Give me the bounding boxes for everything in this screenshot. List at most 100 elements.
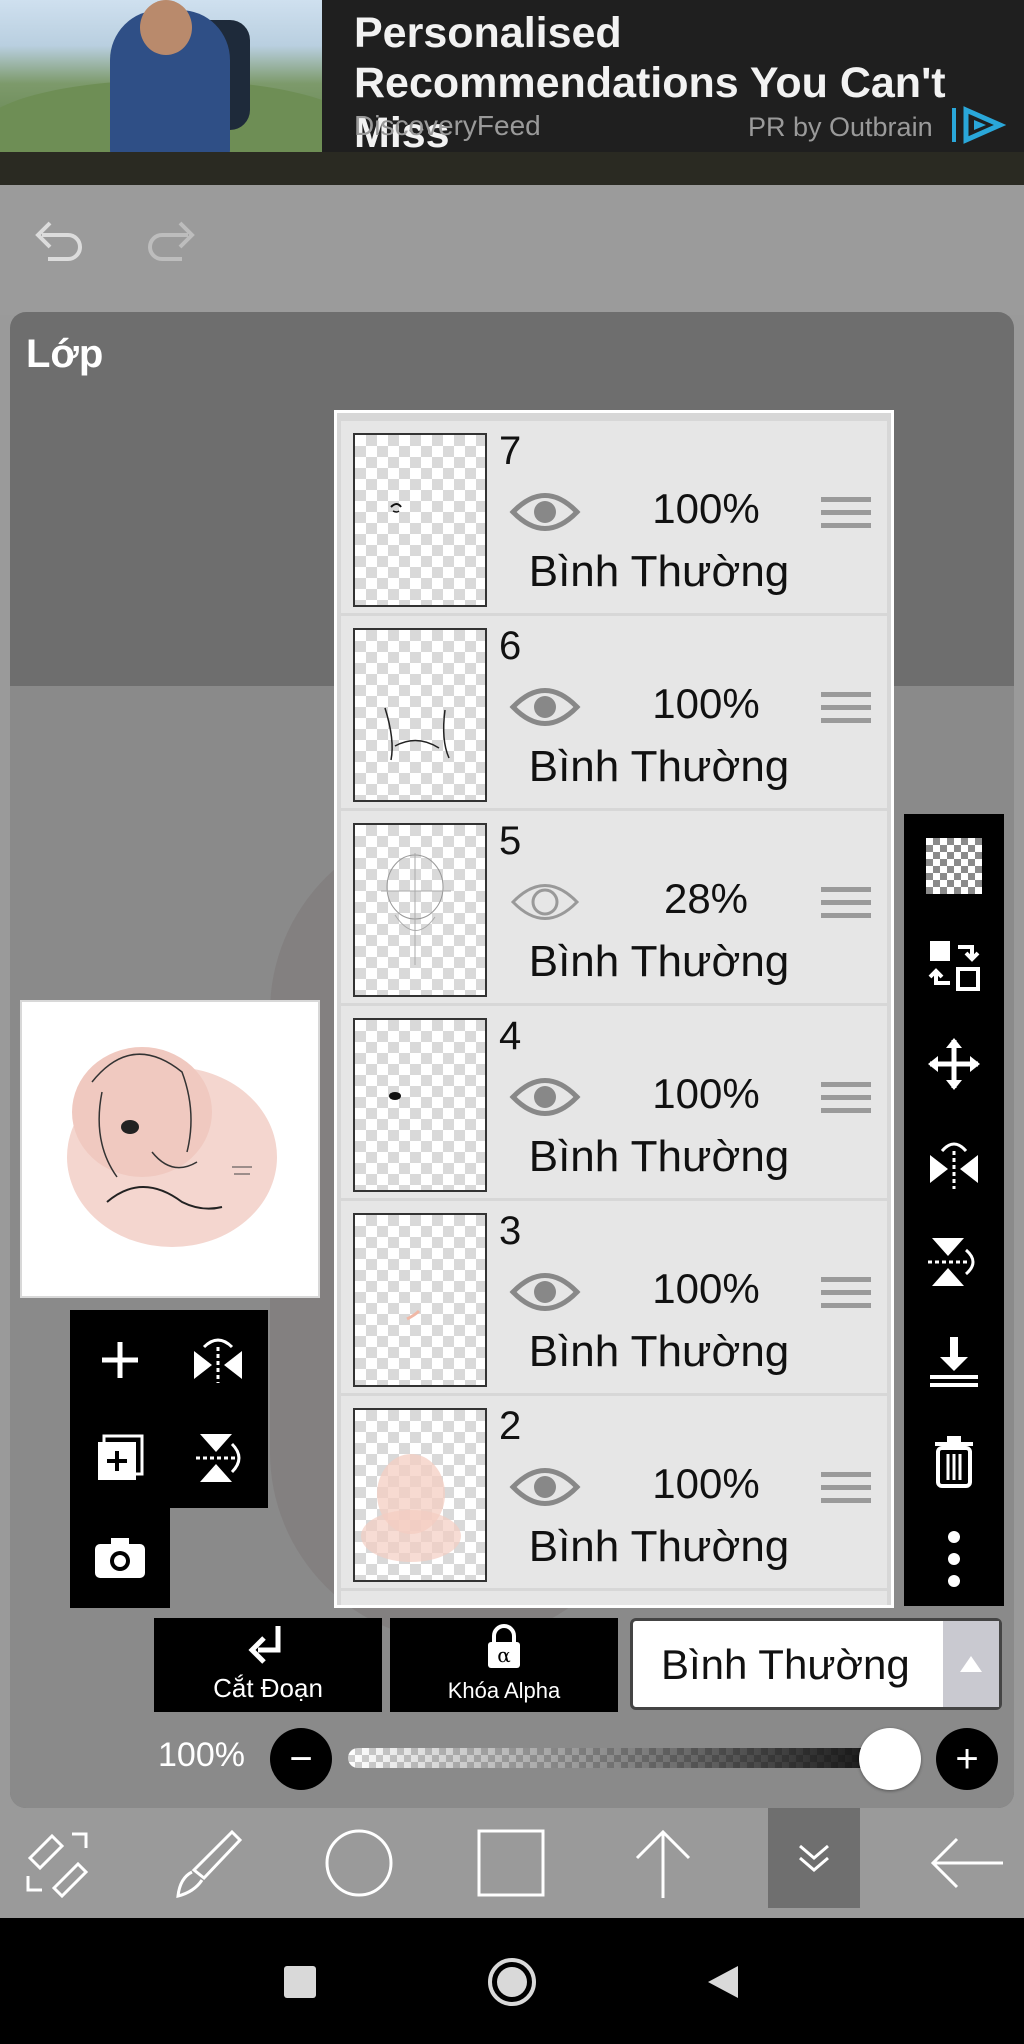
- chevron-up-icon[interactable]: [943, 1621, 999, 1707]
- layer-thumbnail[interactable]: [353, 1018, 487, 1192]
- alpha-lock-label: Khóa Alpha: [447, 1678, 561, 1703]
- outbrain-logo-icon[interactable]: [950, 104, 1006, 146]
- collapse-panel-button[interactable]: [768, 1808, 860, 1908]
- flip-horizontal-icon: [930, 1142, 978, 1189]
- arrow-up-icon: [635, 1829, 691, 1898]
- flip-horizontal-button[interactable]: [168, 1310, 268, 1410]
- flip-layer-horizontal-button[interactable]: [904, 1113, 1004, 1212]
- move-icon: [928, 1037, 980, 1090]
- eye-icon[interactable]: [509, 1072, 581, 1122]
- arrow-left-icon: [930, 1837, 1003, 1889]
- camera-button[interactable]: [70, 1508, 170, 1608]
- layer-row[interactable]: 6 100% Bình Thường: [341, 616, 887, 808]
- layer-row-partial[interactable]: [341, 1591, 887, 1605]
- ad-banner[interactable]: Personalised Recommendations You Can't M…: [0, 0, 1024, 157]
- layer-swap-button[interactable]: [904, 915, 1004, 1014]
- back-button[interactable]: [922, 1818, 1012, 1908]
- move-button[interactable]: [904, 1014, 1004, 1113]
- lock-icon: α: [488, 1624, 520, 1668]
- opacity-value: 100%: [158, 1736, 245, 1774]
- layer-blend-mode: Bình Thường: [528, 1522, 790, 1571]
- recent-apps-button[interactable]: [268, 1950, 332, 2014]
- layer-number: 6: [499, 624, 522, 668]
- merge-down-button[interactable]: [904, 1311, 1004, 1410]
- clipping-label: Cắt Đoạn: [213, 1673, 323, 1703]
- layer-number: 2: [499, 1404, 522, 1448]
- transparency-button[interactable]: [904, 816, 1004, 915]
- camera-icon: [95, 1538, 145, 1578]
- panel-title: Lớp: [26, 332, 104, 376]
- layer-number: 5: [499, 819, 522, 863]
- duplicate-layer-button[interactable]: [70, 1408, 170, 1508]
- move-up-button[interactable]: [618, 1818, 708, 1908]
- alpha-lock-button[interactable]: α Khóa Alpha: [390, 1618, 618, 1712]
- layer-opacity: 28%: [663, 875, 749, 922]
- layer-opacity: 100%: [652, 680, 760, 727]
- layer-thumbnail[interactable]: [353, 1213, 487, 1387]
- eye-icon[interactable]: [509, 1462, 581, 1512]
- layer-thumbnail[interactable]: [353, 823, 487, 997]
- drag-handle-icon[interactable]: [821, 1277, 871, 1317]
- drag-handle-icon[interactable]: [821, 692, 871, 732]
- square-nav-icon: [284, 1966, 316, 1998]
- opacity-slider-track[interactable]: [348, 1748, 900, 1768]
- layer-row[interactable]: 2 100% Bình Thường: [341, 1396, 887, 1588]
- layer-blend-mode: Bình Thường: [528, 1132, 790, 1181]
- chevron-double-down-icon: [799, 1844, 829, 1872]
- flip-vertical-button[interactable]: [168, 1408, 268, 1508]
- preview-illustration: [67, 1047, 277, 1247]
- brush-tool-button[interactable]: [164, 1818, 254, 1908]
- layer-row[interactable]: 7 100% Bình Thường: [341, 421, 887, 613]
- eye-icon[interactable]: [509, 682, 581, 732]
- undo-icon[interactable]: [28, 215, 88, 265]
- transform-tool-button[interactable]: [12, 1818, 102, 1908]
- more-options-button[interactable]: [904, 1509, 1004, 1608]
- drag-handle-icon[interactable]: [821, 1472, 871, 1512]
- layer-thumbnail[interactable]: [353, 628, 487, 802]
- clip-arrow-icon: [248, 1626, 281, 1664]
- eye-icon[interactable]: [509, 487, 581, 537]
- add-layer-button[interactable]: [70, 1310, 170, 1410]
- drag-handle-icon[interactable]: [821, 887, 871, 927]
- flip-horizontal-icon: [194, 1338, 242, 1383]
- home-button[interactable]: [480, 1950, 544, 2014]
- layer-opacity: 100%: [652, 485, 760, 532]
- blend-mode-value: Bình Thường: [661, 1641, 910, 1688]
- clipping-button[interactable]: Cắt Đoạn: [154, 1618, 382, 1712]
- layer-blend-mode: Bình Thường: [528, 1327, 790, 1376]
- canvas-preview[interactable]: [20, 1000, 320, 1298]
- flip-vertical-icon: [196, 1434, 241, 1482]
- drag-handle-icon[interactable]: [821, 497, 871, 537]
- eye-icon[interactable]: [509, 1267, 581, 1317]
- brush-icon: [176, 1829, 243, 1898]
- layer-row[interactable]: 3 100% Bình Thường: [341, 1201, 887, 1393]
- layer-thumbnail[interactable]: [353, 1408, 487, 1582]
- more-vertical-icon: [948, 1530, 960, 1587]
- swap-icon: [928, 940, 980, 991]
- blend-mode-select[interactable]: Bình Thường: [630, 1618, 1002, 1710]
- delete-layer-button[interactable]: [904, 1410, 1004, 1509]
- back-nav-button[interactable]: [690, 1950, 754, 2014]
- ad-sponsor-label: PR by Outbrain: [748, 112, 933, 142]
- circle-icon: [325, 1829, 393, 1897]
- ad-image[interactable]: [0, 0, 322, 152]
- opacity-decrease-button[interactable]: −: [270, 1728, 332, 1790]
- ellipse-tool-button[interactable]: [314, 1818, 404, 1908]
- svg-text:α: α: [497, 1643, 511, 1667]
- duplicate-layer-icon: [98, 1434, 144, 1480]
- layer-blend-mode: Bình Thường: [528, 937, 790, 986]
- eye-icon[interactable]: [509, 877, 581, 927]
- layer-list[interactable]: 7 100% Bình Thường 6 100% Bình Thường 5 28% Bình…: [334, 410, 894, 1608]
- rectangle-tool-button[interactable]: [466, 1818, 556, 1908]
- layer-row[interactable]: 5 28% Bình Thường: [341, 811, 887, 1003]
- drag-handle-icon[interactable]: [821, 1082, 871, 1122]
- opacity-slider-knob[interactable]: [859, 1728, 921, 1790]
- layer-number: 7: [499, 429, 522, 473]
- layer-opacity: 100%: [652, 1460, 760, 1507]
- opacity-increase-button[interactable]: +: [936, 1728, 998, 1790]
- redo-icon[interactable]: [142, 215, 202, 265]
- layer-row[interactable]: 4 100% Bình Thường: [341, 1006, 887, 1198]
- layer-number: 3: [499, 1209, 522, 1253]
- layer-thumbnail[interactable]: [353, 433, 487, 607]
- flip-layer-vertical-button[interactable]: [904, 1212, 1004, 1311]
